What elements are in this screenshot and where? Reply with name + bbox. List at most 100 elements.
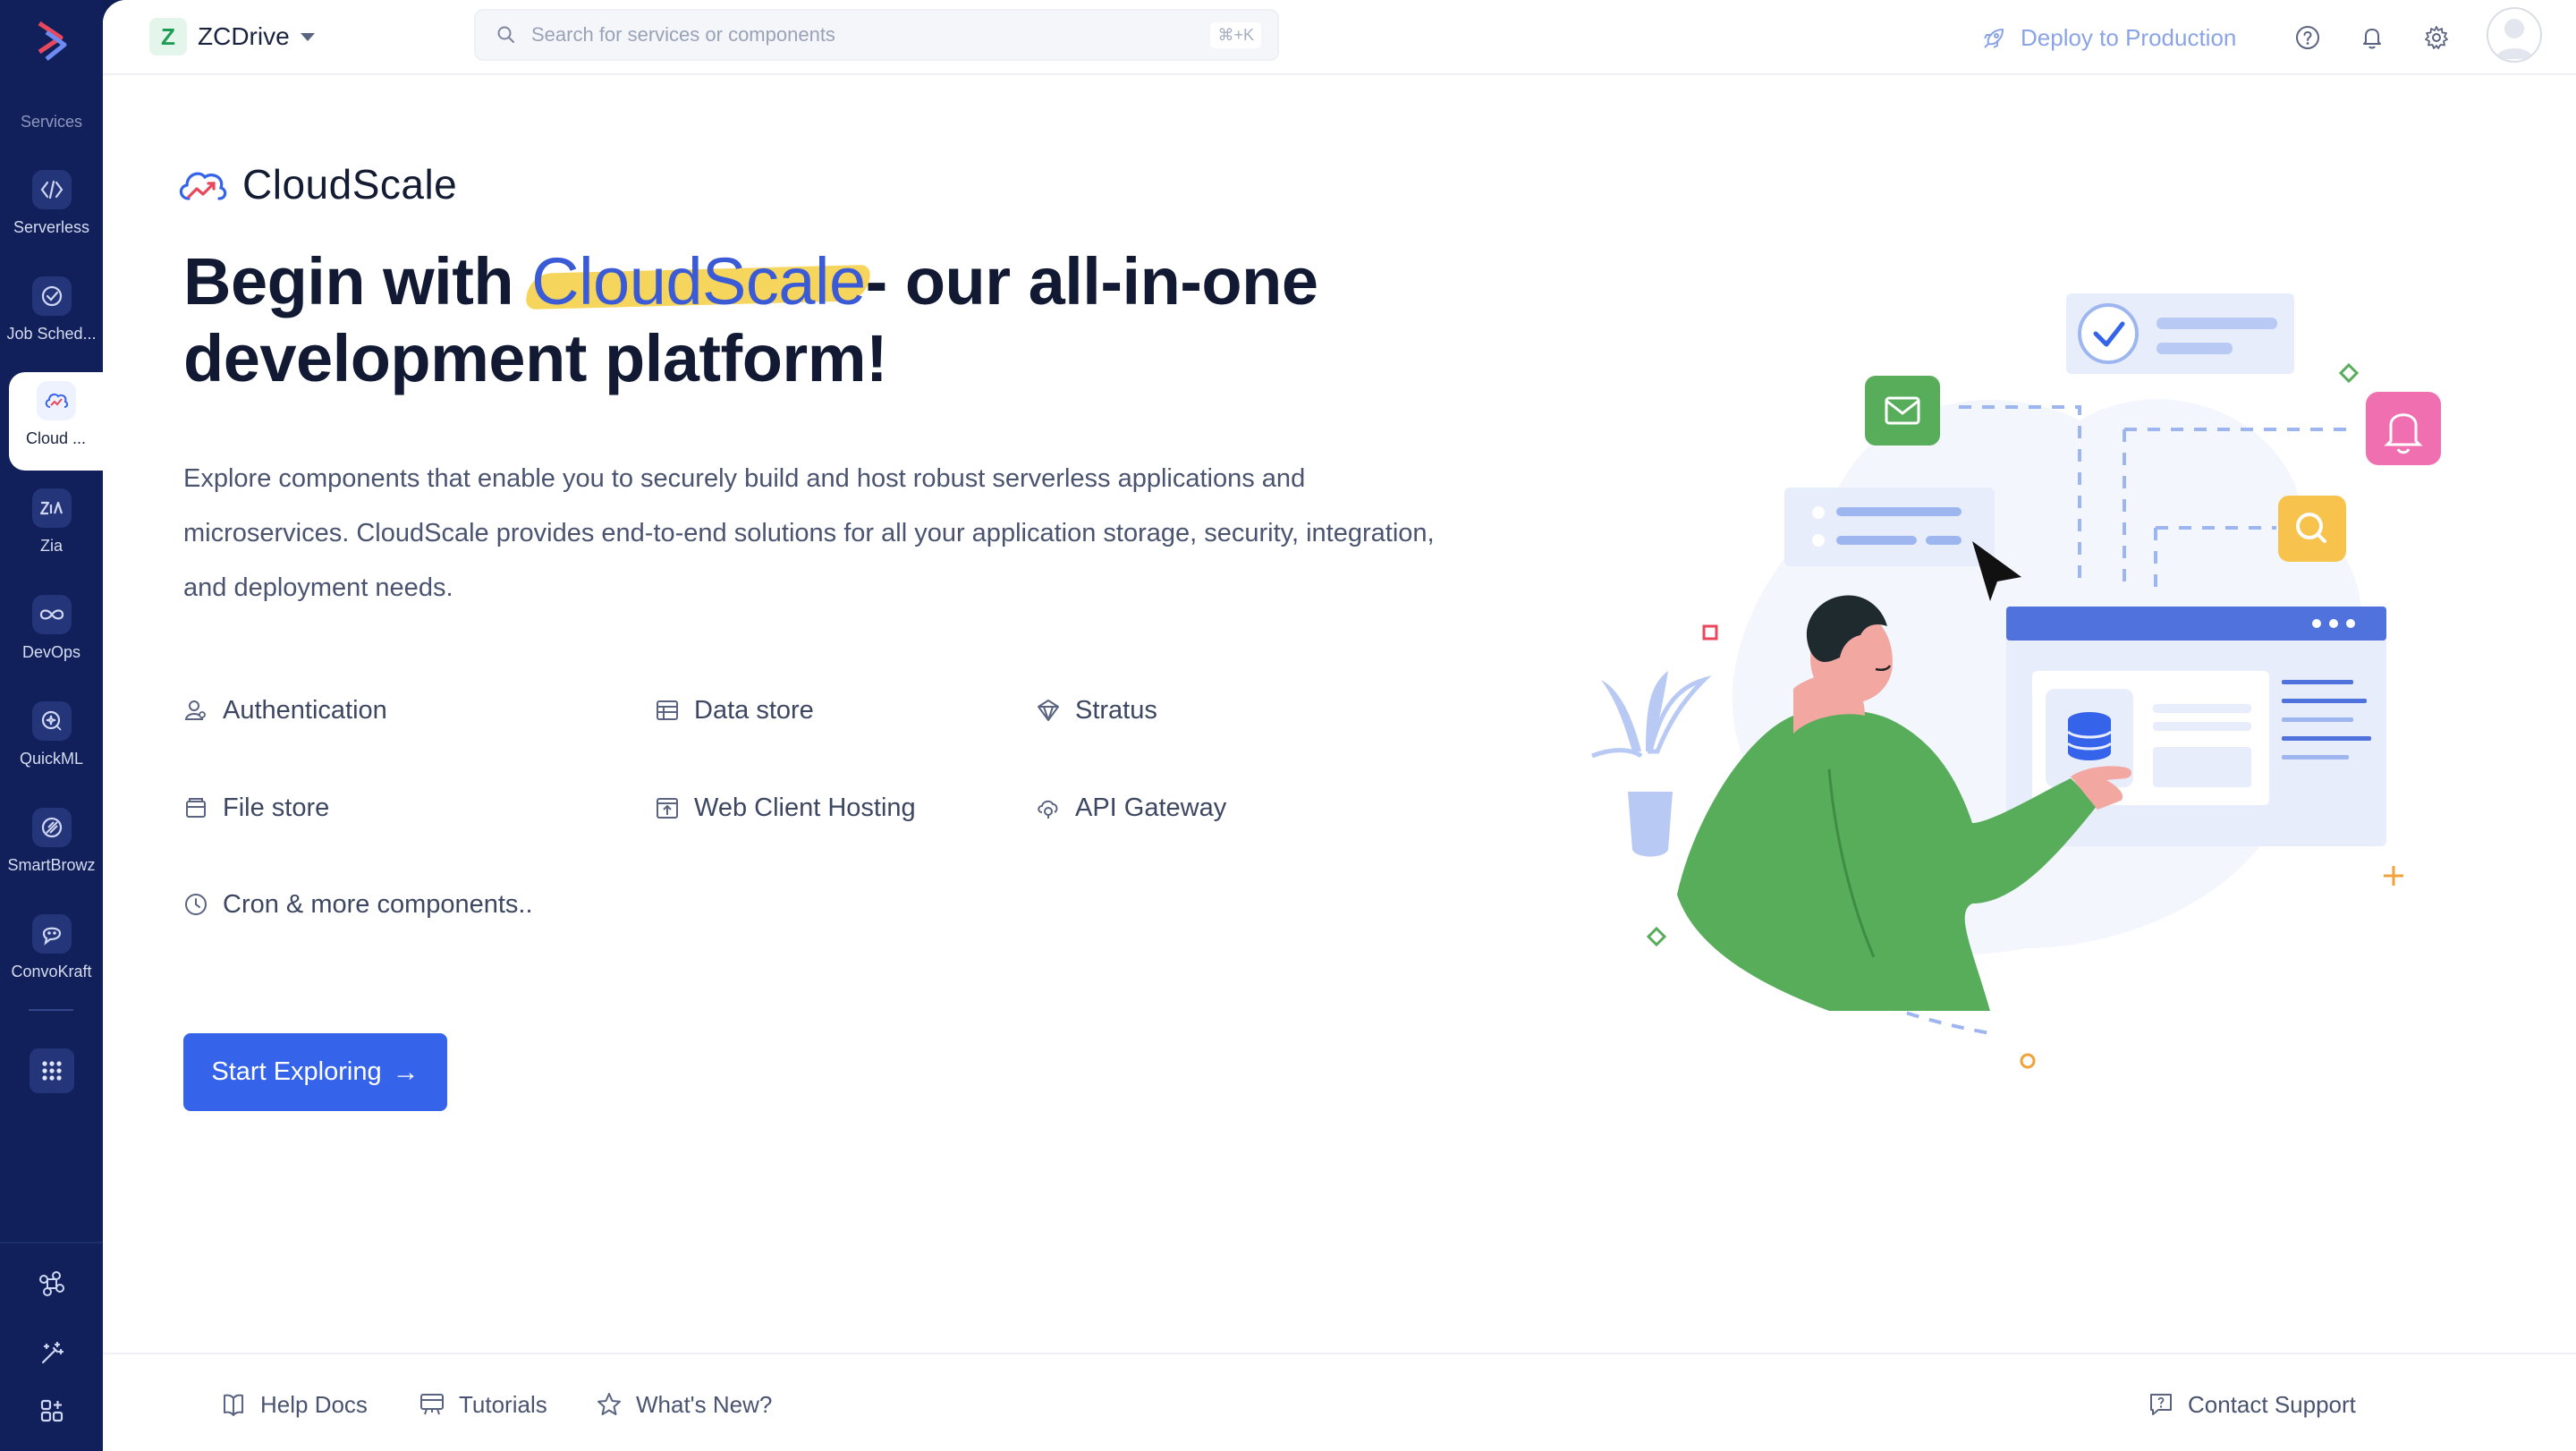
help-docs-link[interactable]: Help Docs: [219, 1387, 368, 1422]
arrow-right-icon: →: [392, 1056, 419, 1087]
serverless-icon: [31, 170, 72, 209]
search-input[interactable]: [530, 22, 1211, 47]
widgets-button[interactable]: [0, 1388, 103, 1433]
sidebar-item-label: Cloud ...: [25, 429, 87, 447]
sidebar-item-label: SmartBrowz: [7, 856, 96, 874]
deploy-label: Deploy to Production: [2021, 23, 2237, 51]
deploy-to-production-button[interactable]: Deploy to Production: [1981, 20, 2236, 55]
sidebar-item-serverless[interactable]: Serverless: [0, 161, 103, 259]
sidebar-item-quickml[interactable]: QuickML: [0, 692, 103, 791]
component-label: Web Client Hosting: [694, 793, 916, 822]
decorative-square: [1702, 624, 1718, 641]
sidebar-item-label: ConvoKraft: [11, 963, 92, 980]
services-section-label: Services: [20, 113, 83, 131]
search-shortcut-hint: ⌘+K: [1210, 21, 1261, 48]
support-chat-icon: [2150, 1394, 2172, 1415]
component-label: Cron & more components..: [223, 889, 533, 919]
sidebar-item-label: Job Sched...: [6, 325, 97, 343]
plant-icon: [1591, 671, 1712, 857]
product-description: Explore components that enable you to se…: [183, 464, 1435, 602]
sidebar-item-zia[interactable]: Zia: [0, 479, 103, 578]
message-card: [1784, 488, 1995, 566]
settings-button[interactable]: [2420, 21, 2453, 54]
decorative-plus: [2384, 866, 2403, 886]
sidebar-item-cloudscale[interactable]: Cloud ...: [9, 372, 103, 471]
sidebar-item-smartbrowz[interactable]: SmartBrowz: [0, 799, 103, 897]
search-tile-icon: [2278, 496, 2346, 562]
search-icon: [497, 26, 514, 43]
folder-icon: [186, 798, 206, 818]
help-button[interactable]: [2292, 21, 2324, 54]
contact-support-link[interactable]: Contact Support: [2147, 1387, 2356, 1422]
magic-wand-icon: [41, 1341, 64, 1364]
user-icon: [184, 700, 206, 720]
sidebar-item-label: DevOps: [21, 643, 81, 661]
sidebar-item-convokraft[interactable]: ConvoKraft: [0, 905, 103, 1004]
sidebar: Services Serverless Job Sched... Cloud .…: [0, 0, 103, 1451]
headline-prefix: Begin with: [183, 244, 532, 318]
contact-support-label: Contact Support: [2188, 1390, 2356, 1418]
user-avatar-icon: [2496, 19, 2533, 59]
magic-wand-button[interactable]: [0, 1331, 103, 1376]
smartbrowz-icon: [31, 808, 72, 847]
command-icon: [38, 1271, 64, 1296]
gear-icon: [2425, 26, 2448, 49]
product-brand: CloudScale: [176, 159, 457, 209]
main-content: Z ZCDrive ⌘+K Deploy to Production: [103, 0, 2576, 1451]
start-exploring-button[interactable]: Start Exploring →: [183, 1033, 447, 1111]
rocket-icon: [1984, 29, 2004, 48]
org-switcher[interactable]: Z ZCDrive: [149, 18, 315, 55]
table-icon: [657, 700, 678, 720]
tutorials-label: Tutorials: [459, 1390, 547, 1418]
sidebar-item-devops[interactable]: DevOps: [0, 586, 103, 684]
headline-highlight: CloudScale: [531, 244, 866, 318]
cloudscale-logo-icon: [179, 172, 227, 200]
presentation-icon: [420, 1394, 444, 1415]
sidebar-bottom-divider: [0, 1242, 103, 1243]
bell-icon: [2363, 29, 2381, 49]
org-name: ZCDrive: [198, 22, 290, 50]
component-cron-more[interactable]: Cron & more components..: [183, 887, 533, 922]
component-label: File store: [223, 793, 330, 822]
hero-illustration: [1591, 293, 2441, 1069]
book-icon: [224, 1394, 243, 1416]
sidebar-item-job-scheduler[interactable]: Job Sched...: [0, 267, 103, 366]
tutorials-link[interactable]: Tutorials: [418, 1387, 547, 1422]
quickml-icon: [31, 701, 72, 741]
check-circle-icon: [2078, 303, 2139, 364]
clock-icon: [185, 894, 207, 915]
cta-label: Start Exploring: [211, 1057, 382, 1086]
whats-new-label: What's New?: [636, 1390, 773, 1418]
devops-icon: [31, 595, 72, 634]
stratus-icon: [1038, 700, 1059, 721]
whats-new-link[interactable]: What's New?: [595, 1387, 772, 1422]
notifications-button[interactable]: [2356, 21, 2388, 54]
org-initial-badge: Z: [149, 18, 187, 55]
sidebar-item-label: Zia: [39, 537, 63, 555]
decorative-diamond: [2338, 362, 2360, 384]
component-label: API Gateway: [1075, 793, 1227, 822]
component-file-store[interactable]: File store: [183, 790, 329, 826]
all-services-button[interactable]: [30, 1048, 74, 1093]
cloudscale-icon: [36, 381, 76, 420]
component-stratus[interactable]: Stratus: [1036, 692, 1157, 728]
component-web-client-hosting[interactable]: Web Client Hosting: [655, 790, 916, 826]
component-label: Stratus: [1075, 695, 1157, 725]
help-circle-icon: [2296, 26, 2319, 49]
upload-icon: [657, 798, 678, 819]
decorative-diamond: [1646, 926, 1667, 947]
component-api-gateway[interactable]: API Gateway: [1036, 790, 1226, 826]
catalyst-logo-icon[interactable]: [27, 16, 77, 66]
page-title: Begin with CloudScale- our all-in-one de…: [183, 243, 1453, 397]
bell-tile-icon: [2366, 392, 2441, 465]
shortcuts-button[interactable]: [0, 1261, 103, 1306]
job-scheduler-icon: [31, 276, 72, 316]
sidebar-item-label: QuickML: [19, 750, 83, 768]
widgets-icon: [40, 1399, 63, 1422]
user-avatar[interactable]: [2487, 7, 2542, 63]
component-authentication[interactable]: Authentication: [183, 692, 387, 728]
chevron-down-icon: [300, 32, 315, 41]
component-data-store[interactable]: Data store: [655, 692, 814, 728]
sidebar-item-label: Serverless: [13, 218, 90, 236]
database-icon: [2066, 712, 2113, 760]
